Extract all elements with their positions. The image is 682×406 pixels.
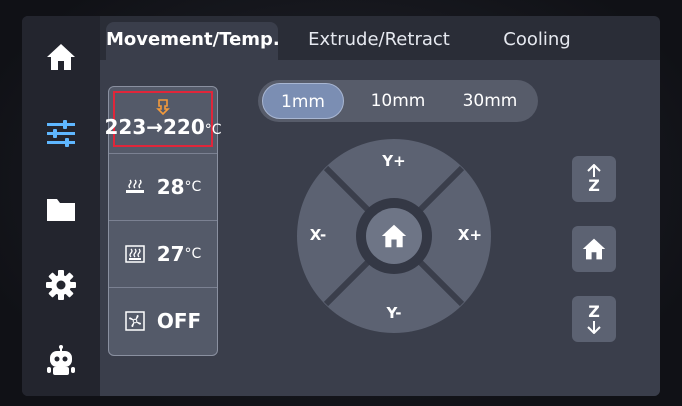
z-home-button[interactable]: [572, 226, 616, 272]
z-down-label: Z: [588, 302, 600, 321]
sidebar-item-files[interactable]: [36, 184, 86, 234]
sidebar-item-settings[interactable]: [36, 260, 86, 310]
step-option-1mm[interactable]: 1mm: [262, 83, 344, 119]
step-size-selector: 1mm 10mm 30mm: [258, 80, 538, 122]
home-xy-button[interactable]: [356, 198, 432, 274]
home-icon: [582, 238, 606, 260]
bed-temp-unit: °C: [184, 179, 202, 195]
gear-icon: [46, 270, 76, 300]
jog-x-minus-button[interactable]: X-: [298, 226, 338, 244]
chamber-temp-row[interactable]: 27 °C: [109, 221, 217, 288]
z-down-button[interactable]: Z: [572, 296, 616, 342]
tab-cooling[interactable]: Cooling: [482, 22, 592, 58]
home-icon: [47, 44, 75, 70]
jog-y-plus-button[interactable]: Y+: [374, 152, 414, 170]
printer-screen: Movement/Temp. Extrude/Retract Cooling 2…: [22, 16, 660, 396]
temperature-list: 223→220°C 28 °C 27 °C OFF: [104, 86, 222, 356]
jog-y-minus-button[interactable]: Y-: [374, 304, 414, 322]
nozzle-temp-row[interactable]: 223→220°C: [104, 87, 222, 154]
nozzle-icon: [156, 99, 170, 115]
nozzle-temp-unit: °C: [204, 122, 222, 138]
nozzle-temp-value: 223→220: [104, 115, 205, 139]
nozzle-temp-selected: 223→220°C: [104, 91, 222, 147]
jog-x-plus-button[interactable]: X+: [450, 226, 490, 244]
arrow-down-icon: [587, 321, 601, 334]
step-option-30mm[interactable]: 30mm: [448, 83, 532, 119]
tab-extrude-retract[interactable]: Extrude/Retract: [300, 22, 458, 58]
step-option-10mm[interactable]: 10mm: [358, 83, 438, 119]
heated-bed-icon: [125, 179, 145, 195]
bed-temp-value: 28: [156, 175, 185, 199]
folder-icon: [47, 199, 75, 221]
xy-jog-pad: Y+ Y- X+ X-: [296, 138, 492, 334]
movement-temp-panel: 223→220°C 28 °C 27 °C OFF 1mm 10mm 30mm …: [100, 60, 660, 396]
chamber-temp-value: 27: [156, 242, 185, 266]
tab-movement-temp[interactable]: Movement/Temp.: [106, 22, 280, 60]
fan-row[interactable]: OFF: [109, 288, 217, 354]
sidebar-item-controls[interactable]: [36, 108, 86, 158]
fan-icon: [125, 311, 145, 331]
sidebar: [22, 16, 100, 396]
bed-temp-row[interactable]: 28 °C: [109, 154, 217, 221]
home-icon: [381, 224, 407, 248]
fan-status-value: OFF: [156, 309, 202, 333]
tab-bar: Movement/Temp. Extrude/Retract Cooling: [100, 16, 660, 60]
z-up-button[interactable]: Z: [572, 156, 616, 202]
robot-icon: [47, 345, 75, 375]
sidebar-item-home[interactable]: [36, 32, 86, 82]
chamber-icon: [124, 245, 145, 263]
z-up-label: Z: [588, 176, 600, 195]
home-xy-button-face: [366, 208, 422, 264]
chamber-temp-unit: °C: [184, 246, 202, 262]
sidebar-item-assistant[interactable]: [36, 336, 86, 386]
sliders-icon: [47, 120, 75, 147]
